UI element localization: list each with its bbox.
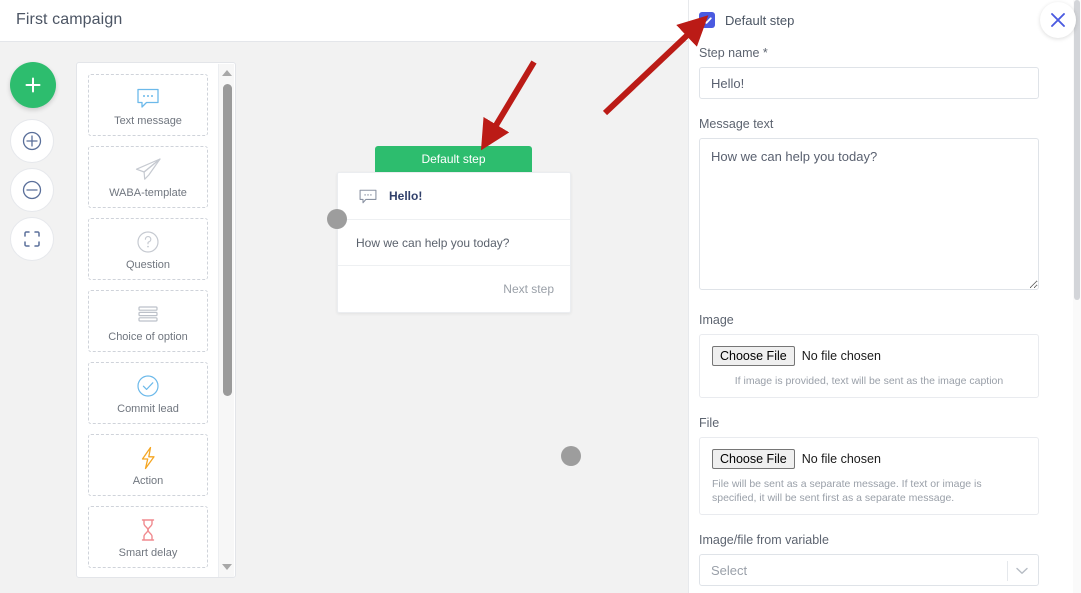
image-upload-hint: If image is provided, text will be sent … [734,375,1004,387]
default-step-checkbox[interactable] [699,12,715,28]
palette-item-choice-of-option[interactable]: Choice of option [88,290,208,352]
node-next-step-label: Next step [503,282,554,296]
node-body-text: How we can help you today? [338,220,570,266]
scroll-down-arrow-icon[interactable] [222,564,232,572]
palette-item-text-message[interactable]: Text message [88,74,208,136]
paper-plane-icon [133,156,163,184]
file-upload-hint: File will be sent as a separate message.… [712,478,982,504]
palette-scroll-view[interactable]: Text message WABA-template Question Choi… [77,63,219,577]
zoom-out-button[interactable] [10,168,54,212]
palette-item-label: WABA-template [109,186,187,199]
palette-item-label: Question [125,258,171,271]
palette-scrollbar[interactable] [218,64,234,577]
default-step-row[interactable]: Default step [699,12,1059,28]
fit-screen-icon [24,231,40,247]
palette-item-label: Commit lead [117,402,179,415]
panel-scrollbar-thumb[interactable] [1074,0,1080,300]
palette-item-waba-template[interactable]: WABA-template [88,146,208,208]
status-badge: Default step [375,146,532,172]
question-circle-icon [135,228,161,256]
node-title: Hello! [389,189,423,203]
circle-minus-icon [22,180,42,200]
file-file-status: No file chosen [801,452,881,466]
fit-screen-button[interactable] [10,217,54,261]
circle-plus-icon [22,131,42,151]
file-file-row: Choose File No file chosen [712,449,1026,469]
palette-scrollbar-thumb[interactable] [223,84,232,396]
chat-bubble-icon [134,84,162,112]
image-file-status: No file chosen [801,349,881,363]
step-settings-form: Default step Step name * Message text Im… [689,0,1069,586]
palette-item-action[interactable]: Action [88,434,208,496]
palette-item-smart-delay[interactable]: Smart delay [88,506,208,568]
page-title: First campaign [16,11,123,28]
node-output-port[interactable] [561,446,581,466]
campaign-header: First campaign [0,0,688,42]
message-text-label: Message text [699,117,774,131]
select-divider [1007,561,1008,581]
default-step-label: Default step [725,12,795,28]
check-circle-icon [135,372,161,400]
image-file-row: Choose File No file chosen [712,346,1026,366]
node-input-port[interactable] [327,209,347,229]
palette-item-label: Action [132,474,164,487]
hourglass-icon [136,516,160,544]
step-type-palette[interactable]: Text message WABA-template Question Choi… [76,62,236,578]
add-step-button[interactable] [10,62,56,108]
file-choose-file-button[interactable]: Choose File [712,449,795,469]
zoom-in-button[interactable] [10,119,54,163]
palette-item-label: Smart delay [118,546,178,559]
variable-select-value: Select [711,562,748,578]
check-icon [702,16,712,24]
image-choose-file-button[interactable]: Choose File [712,346,795,366]
step-settings-panel: Default step Step name * Message text Im… [688,0,1081,593]
step-name-input[interactable] [699,67,1039,99]
node-card[interactable]: Hello! How we can help you today? Next s… [337,172,571,313]
palette-item-label: Text message [114,114,182,127]
app-root: First campaign Text message WABA-templat… [0,0,1081,593]
scroll-up-arrow-icon[interactable] [222,70,232,78]
palette-item-question[interactable]: Question [88,218,208,280]
list-lines-icon [134,300,162,328]
palette-item-label: Choice of option [108,330,188,343]
variable-label: Image/file from variable [699,533,829,547]
file-upload-box: Choose File No file chosen File will be … [699,437,1039,515]
close-panel-button[interactable] [1040,2,1076,38]
palette-item-commit-lead[interactable]: Commit lead [88,362,208,424]
lightning-bolt-icon [136,444,160,472]
file-label: File [699,416,720,430]
canvas-tool-rail [10,62,62,266]
node-title-row: Hello! [338,173,570,220]
variable-select[interactable]: Select [699,554,1039,586]
image-label: Image [699,313,734,327]
chat-bubble-icon [359,189,377,203]
flow-canvas[interactable]: First campaign Text message WABA-templat… [0,0,688,593]
image-upload-box: Choose File No file chosen If image is p… [699,334,1039,398]
message-text-input[interactable] [699,138,1039,290]
chevron-down-icon [1016,567,1028,574]
step-name-label: Step name * [699,46,768,60]
panel-scrollbar[interactable] [1073,0,1081,593]
plus-icon [25,77,41,93]
close-icon [1051,13,1065,27]
